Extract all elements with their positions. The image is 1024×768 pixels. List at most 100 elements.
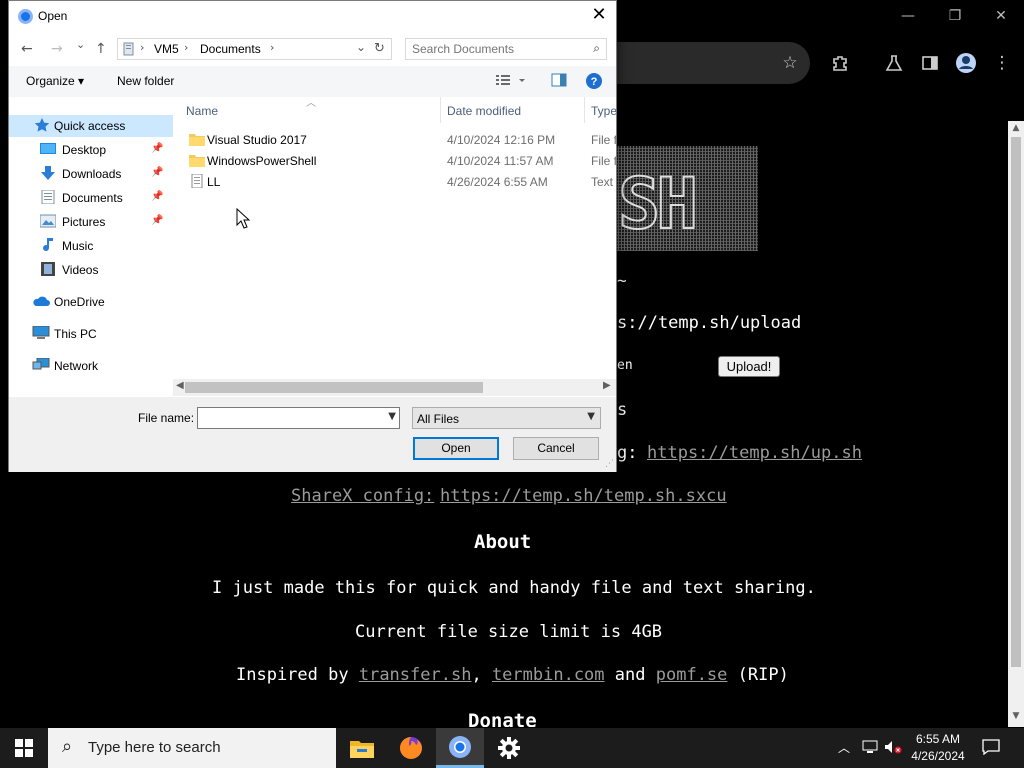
page-scrollbar[interactable]: ▲ ▼ (1008, 121, 1024, 727)
sidebar-item-downloads[interactable]: Downloads 📌 (9, 163, 173, 185)
search-icon: ⌕ (62, 736, 73, 757)
transfer-sh-link[interactable]: transfer.sh (359, 665, 472, 685)
search-icon[interactable]: ⌕ (593, 41, 600, 56)
filter-value: All Files (417, 412, 460, 426)
column-header-type[interactable]: Type (591, 104, 616, 118)
clock-time: 6:55 AM (915, 732, 961, 746)
labs-icon[interactable] (883, 52, 905, 74)
sidebar-item-label: Pictures (62, 215, 106, 229)
notifications-icon[interactable] (982, 739, 1000, 760)
file-list: Name ︿ Date modified Type Visual Studio … (173, 97, 616, 397)
taskbar: ⌕ Type here to search ︿ 6:55 AM 4/26/202… (0, 728, 1024, 768)
sidebar-item-pictures[interactable]: Pictures 📌 (9, 211, 173, 233)
open-button[interactable]: Open (413, 437, 499, 460)
new-folder-button[interactable]: New folder (117, 74, 174, 88)
restore-button[interactable]: ❐ (940, 8, 970, 24)
preview-pane-icon[interactable] (551, 73, 567, 90)
dialog-title: Open (38, 9, 68, 23)
sidebar-item-label: Music (62, 239, 94, 253)
resize-grip-icon[interactable]: ⋰ (605, 459, 614, 469)
about-text: I just made this for quick and handy fil… (212, 578, 816, 598)
file-type-filter[interactable]: All Files ▼ (412, 407, 601, 429)
clock[interactable]: 6:55 AM 4/26/2024 (898, 731, 978, 765)
desktop-icon (40, 142, 56, 156)
pin-icon: 📌 (151, 167, 164, 178)
cancel-button[interactable]: Cancel (513, 437, 599, 460)
sidebar-item-videos[interactable]: Videos (9, 259, 173, 281)
breadcrumb-documents[interactable]: Documents (200, 42, 261, 56)
page-scroll-thumb[interactable] (1011, 137, 1021, 667)
chevron-down-icon[interactable]: ⌄ (356, 40, 366, 54)
menu-icon[interactable]: ⋮ (991, 52, 1013, 74)
column-header-name[interactable]: Name (186, 104, 218, 118)
chrome-icon[interactable] (436, 728, 484, 768)
file-name: WindowsPowerShell (207, 154, 317, 168)
sharex-config-link[interactable]: https://temp.sh/temp.sh.sxcu (440, 486, 727, 506)
column-divider[interactable] (584, 97, 585, 123)
close-window-button[interactable]: ✕ (986, 8, 1016, 24)
help-icon[interactable]: ? (585, 72, 603, 93)
file-type: File folder (591, 154, 616, 168)
up-arrow-icon[interactable]: ↑ (95, 41, 107, 57)
column-header-date[interactable]: Date modified (447, 104, 521, 118)
recent-locations-icon[interactable]: ⌄ (76, 38, 85, 51)
file-name: LL (207, 175, 221, 189)
column-divider[interactable] (440, 97, 441, 123)
sidebar-item-desktop[interactable]: Desktop 📌 (9, 139, 173, 161)
sidebar-item-documents[interactable]: Documents 📌 (9, 187, 173, 209)
extensions-icon[interactable] (829, 52, 851, 74)
refresh-icon[interactable]: ↻ (374, 41, 385, 56)
star-icon (34, 118, 50, 132)
search-documents-field[interactable]: ⌕ (405, 38, 607, 60)
forward-arrow-icon[interactable]: → (51, 41, 63, 57)
inspired-suffix: (RIP) (737, 665, 789, 685)
sidebar-item-music[interactable]: Music (9, 235, 173, 257)
chevron-down-icon[interactable]: ▼ (388, 411, 396, 422)
search-input[interactable] (412, 42, 582, 56)
profile-icon[interactable] (955, 52, 977, 74)
file-explorer-icon[interactable] (338, 728, 386, 768)
upload-button[interactable]: Upload! (718, 356, 780, 377)
scroll-down-arrow[interactable]: ▼ (1008, 711, 1024, 725)
firefox-icon[interactable] (387, 728, 435, 768)
file-name: Visual Studio 2017 (207, 133, 307, 147)
file-list-scrollbar[interactable]: ◀ ▶ (173, 379, 616, 396)
sidebar-item-this-pc[interactable]: This PC (9, 323, 173, 345)
command-bar: Organize ▾ New folder ? (9, 66, 616, 97)
close-icon[interactable]: ✕ (588, 4, 610, 28)
back-arrow-icon[interactable]: ← (21, 41, 33, 57)
g-text: g: (617, 443, 638, 463)
taskbar-search[interactable]: ⌕ Type here to search (48, 728, 336, 768)
cloud-icon (32, 294, 50, 308)
view-options-icon[interactable] (495, 73, 527, 90)
sidepanel-icon[interactable] (919, 52, 941, 74)
s-text: s (617, 400, 628, 420)
sidebar-item-quick-access[interactable]: Quick access (9, 115, 173, 137)
sidebar-item-onedrive[interactable]: OneDrive (9, 291, 173, 313)
start-button[interactable] (0, 728, 48, 768)
pomf-link[interactable]: pomf.se (656, 665, 728, 685)
minimize-button[interactable]: — (893, 8, 923, 24)
file-row[interactable]: Visual Studio 2017 4/10/2024 12:16 PM Fi… (173, 129, 616, 150)
chevron-down-icon[interactable]: ▼ (587, 411, 595, 422)
horizontal-scroll-thumb[interactable] (185, 382, 483, 393)
breadcrumb-vm5[interactable]: VM5 (154, 42, 179, 56)
sharex-label-link[interactable]: ShareX config: (291, 486, 434, 506)
network-status-icon[interactable] (862, 740, 878, 759)
breadcrumb[interactable]: › VM5 › Documents › ⌄ ↻ (117, 38, 392, 60)
settings-icon[interactable] (485, 728, 533, 768)
scroll-up-arrow[interactable]: ▲ (1008, 123, 1024, 137)
file-row[interactable]: WindowsPowerShell 4/10/2024 11:57 AM Fil… (173, 150, 616, 171)
dialog-footer: File name: ▼ All Files ▼ Open Cancel ⋰ (9, 397, 616, 472)
download-icon (40, 166, 56, 180)
organize-button[interactable]: Organize ▾ (26, 74, 84, 88)
termbin-link[interactable]: termbin.com (492, 665, 605, 685)
scroll-left-arrow[interactable]: ◀ (176, 380, 184, 391)
scroll-right-arrow[interactable]: ▶ (603, 380, 611, 391)
file-name-field[interactable]: ▼ (197, 407, 400, 429)
upsh-link[interactable]: https://temp.sh/up.sh (647, 443, 862, 463)
sidebar-item-network[interactable]: Network (9, 355, 173, 377)
star-icon[interactable]: ☆ (779, 52, 801, 74)
chevron-up-icon[interactable]: ︿ (838, 739, 850, 756)
file-row[interactable]: LL 4/26/2024 6:55 AM Text Document (173, 171, 616, 192)
